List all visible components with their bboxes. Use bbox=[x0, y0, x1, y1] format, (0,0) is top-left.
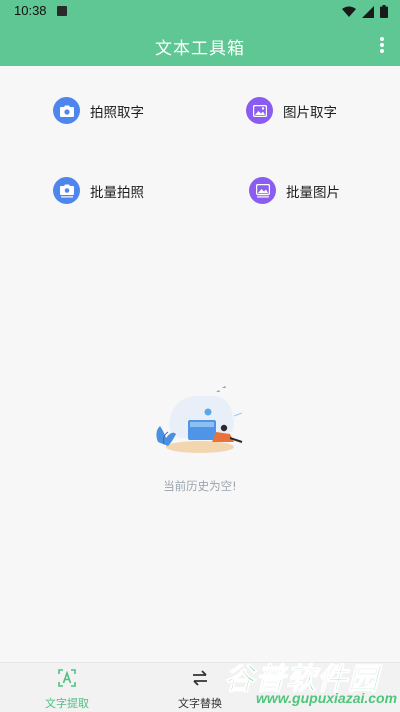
signal-icon bbox=[362, 5, 374, 18]
feature-photo-ocr[interactable]: 拍照取字 bbox=[53, 97, 144, 124]
notification-icon bbox=[57, 6, 67, 16]
text-scan-icon bbox=[58, 669, 76, 687]
empty-state-text: 当前历史为空! bbox=[163, 479, 237, 493]
feature-batch-photo[interactable]: 批量拍照 bbox=[53, 177, 144, 204]
status-icons bbox=[342, 5, 388, 18]
tab-label: 文字提取 bbox=[45, 697, 89, 710]
more-dot-icon bbox=[380, 43, 384, 47]
feature-label: 批量拍照 bbox=[90, 184, 144, 201]
camera-icon bbox=[53, 97, 80, 124]
more-dot-icon bbox=[380, 49, 384, 53]
watermark-logo: 谷普软件园 www.gupuxiazai.com bbox=[218, 652, 400, 712]
page-title: 文本工具箱 bbox=[155, 39, 245, 59]
image-icon bbox=[246, 97, 273, 124]
status-bar: 10:38 bbox=[0, 0, 400, 24]
image-stack-icon bbox=[249, 177, 276, 204]
watermark-url: www.gupuxiazai.com bbox=[256, 690, 398, 706]
feature-label: 图片取字 bbox=[283, 104, 337, 121]
swap-icon bbox=[193, 670, 207, 686]
battery-icon bbox=[380, 5, 388, 18]
more-dot-icon bbox=[380, 37, 384, 41]
feature-label: 批量图片 bbox=[286, 184, 340, 201]
main-content: 拍照取字 图片取字 批量拍照 批量图片 当前历史为空! bbox=[0, 66, 400, 662]
feature-batch-image[interactable]: 批量图片 bbox=[249, 177, 340, 204]
empty-history-illustration bbox=[156, 386, 243, 453]
status-time: 10:38 bbox=[14, 3, 47, 18]
more-options-button[interactable] bbox=[374, 34, 390, 56]
feature-image-ocr[interactable]: 图片取字 bbox=[246, 97, 337, 124]
app-bar: 文本工具箱 bbox=[0, 24, 400, 66]
wifi-icon bbox=[342, 6, 356, 17]
camera-stack-icon bbox=[53, 177, 80, 204]
feature-label: 拍照取字 bbox=[90, 104, 144, 121]
tab-text-extract[interactable]: 文字提取 bbox=[27, 669, 107, 711]
